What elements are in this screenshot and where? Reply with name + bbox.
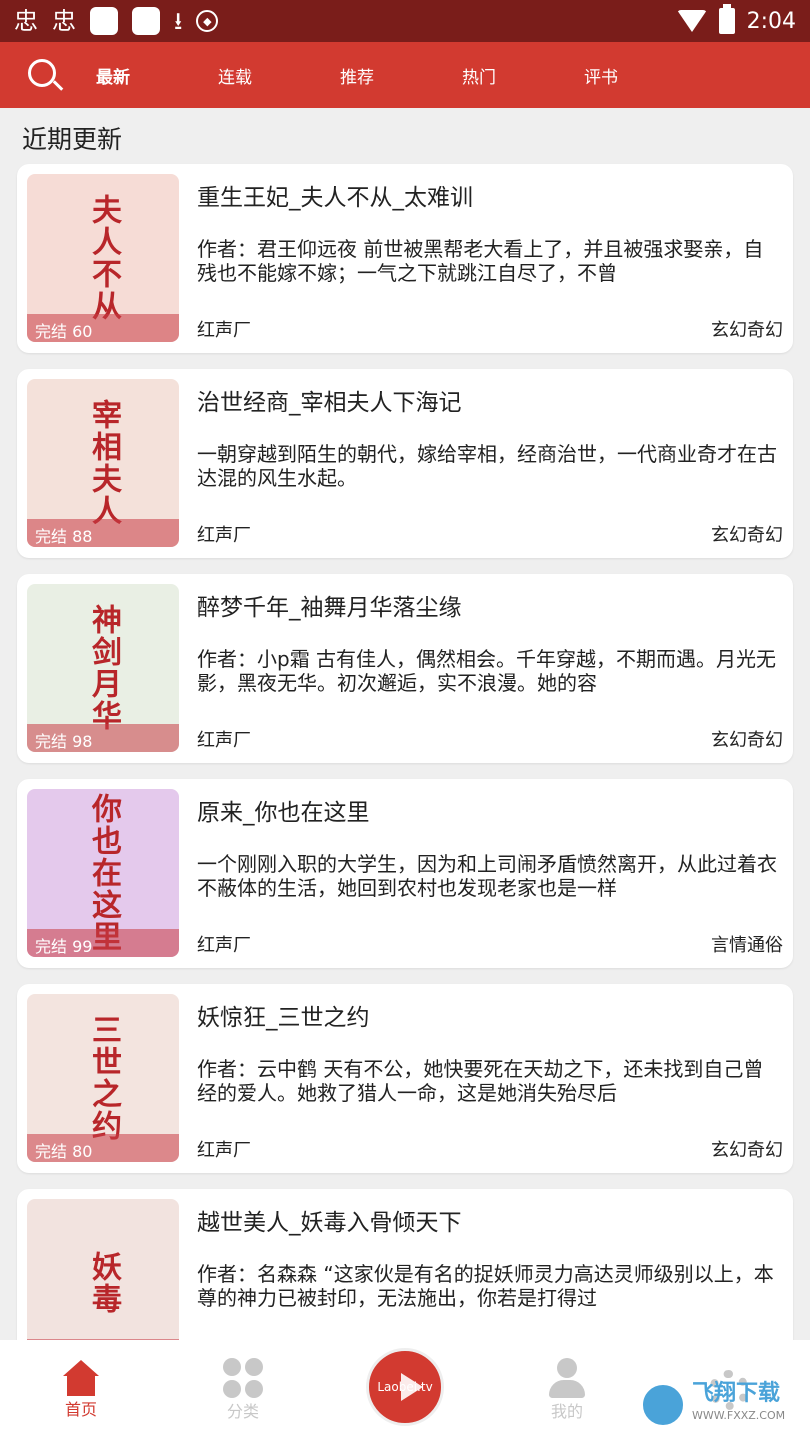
book-source: 红声厂 — [197, 730, 251, 751]
cover-title-text: 夫人不从 — [86, 194, 121, 322]
status-bar: 忠 忠 ⭳ ◆ 2:04 — [0, 0, 810, 42]
battery-icon — [718, 4, 735, 34]
notification-icon: 忠 — [52, 7, 76, 35]
nav-mine-label: 我的 — [550, 1402, 583, 1421]
book-source: 红声厂 — [197, 935, 251, 956]
status-badge: 完结 60 — [27, 314, 179, 342]
book-cover[interactable]: 宰相夫人 完结 88 — [27, 379, 179, 547]
download-icon: ⭳ — [174, 7, 183, 35]
book-card[interactable]: 神剑月华 完结 98 醉梦千年_袖舞月华落尘缘 作者：小p霜 古有佳人，偶然相会… — [17, 574, 793, 763]
book-title[interactable]: 重生王妃_夫人不从_太难训 — [197, 178, 473, 212]
watermark-url: WWW.FXXZ.COM — [692, 1409, 786, 1422]
status-badge: 完结 98 — [27, 724, 179, 752]
cover-title-text: 神剑月华 — [86, 604, 121, 732]
book-cover[interactable]: 三世之约 完结 80 — [27, 994, 179, 1162]
cover-title-text: 妖毒 — [86, 1251, 121, 1315]
book-genre: 玄幻奇幻 — [711, 320, 783, 341]
watermark: 飞翔下载 WWW.FXXZ.COM — [640, 1376, 806, 1434]
notification-icon: 忠 — [14, 7, 38, 35]
nav-player[interactable]: Laobei.tv — [324, 1348, 486, 1426]
book-source: 红声厂 — [197, 1140, 251, 1161]
book-description: 作者：名森森 “这家伙是有名的捉妖师灵力高达灵师级别以上，本尊的神力已被封印，无… — [197, 1262, 774, 1310]
watermark-logo-icon — [640, 1382, 686, 1428]
book-card[interactable]: 三世之约 完结 80 妖惊狂_三世之约 作者：云中鹤 天有不公，她快要死在天劫之… — [17, 984, 793, 1173]
status-badge: 完结 99 — [27, 929, 179, 957]
book-card[interactable]: 夫人不从 完结 60 重生王妃_夫人不从_太难训 作者：君王仰远夜 前世被黑帮老… — [17, 164, 793, 353]
book-genre: 玄幻奇幻 — [711, 1140, 783, 1161]
cover-title-text: 三世之约 — [86, 1014, 121, 1142]
book-description: 作者：云中鹤 天有不公，她快要死在天劫之下，还未找到自己曾经的爱人。她救了猎人一… — [197, 1057, 764, 1105]
book-description: 作者：君王仰远夜 前世被黑帮老大看上了，并且被强求娶亲，自残也不能嫁不嫁；一气之… — [197, 237, 764, 285]
status-badge: 完结 80 — [27, 1134, 179, 1162]
book-genre: 玄幻奇幻 — [711, 525, 783, 546]
status-badge: 完结 88 — [27, 519, 179, 547]
book-cover[interactable]: 夫人不从 完结 60 — [27, 174, 179, 342]
book-title[interactable]: 越世美人_妖毒入骨倾天下 — [197, 1203, 462, 1237]
play-button[interactable]: Laobei.tv — [366, 1348, 444, 1426]
nav-category-label: 分类 — [226, 1402, 259, 1421]
book-genre: 玄幻奇幻 — [711, 730, 783, 751]
watermark-title: 飞翔下载 — [692, 1381, 781, 1406]
person-icon — [547, 1358, 587, 1398]
tab-serial[interactable]: 连载 — [144, 63, 266, 88]
tab-hot[interactable]: 热门 — [388, 63, 510, 88]
tab-storytelling[interactable]: 评书 — [510, 63, 632, 88]
book-description: 一朝穿越到陌生的朝代，嫁给宰相，经商治世，一代商业奇才在古达混的风生水起。 — [197, 442, 777, 490]
book-genre: 言情通俗 — [711, 935, 783, 956]
nav-home[interactable]: 首页 — [0, 1360, 162, 1420]
tab-bar: 最新 连载 推荐 热门 评书 — [82, 63, 692, 88]
cover-title-text: 宰相夫人 — [86, 399, 121, 527]
book-cover[interactable]: 你也在这里 完结 99 — [27, 789, 179, 957]
book-title[interactable]: 治世经商_宰相夫人下海记 — [197, 383, 462, 417]
book-description: 作者：小p霜 古有佳人，偶然相会。千年穿越，不期而遇。月光无影，黑夜无华。初次邂… — [197, 647, 777, 695]
status-time: 2:04 — [746, 8, 796, 34]
book-list: 夫人不从 完结 60 重生王妃_夫人不从_太难训 作者：君王仰远夜 前世被黑帮老… — [17, 164, 793, 1394]
home-icon — [63, 1360, 99, 1396]
book-card[interactable]: 宰相夫人 完结 88 治世经商_宰相夫人下海记 一朝穿越到陌生的朝代，嫁给宰相，… — [17, 369, 793, 558]
book-source: 红声厂 — [197, 320, 251, 341]
book-title[interactable]: 原来_你也在这里 — [197, 793, 370, 827]
play-icon — [401, 1373, 423, 1401]
book-title[interactable]: 醉梦千年_袖舞月华落尘缘 — [197, 588, 462, 622]
book-card[interactable]: 你也在这里 完结 99 原来_你也在这里 一个刚刚入职的大学生，因为和上司闹矛盾… — [17, 779, 793, 968]
nav-category[interactable]: 分类 — [162, 1358, 324, 1422]
book-title[interactable]: 妖惊狂_三世之约 — [197, 998, 370, 1032]
grid-icon — [223, 1358, 263, 1398]
app-notification-icon — [90, 7, 118, 35]
wifi-icon — [676, 10, 707, 32]
app-notification-icon — [132, 7, 160, 35]
book-cover[interactable]: 神剑月华 完结 98 — [27, 584, 179, 752]
section-title: 近期更新 — [22, 125, 123, 154]
book-description: 一个刚刚入职的大学生，因为和上司闹矛盾愤然离开，从此过着衣不蔽体的生活，她回到农… — [197, 852, 777, 900]
nav-home-label: 首页 — [64, 1400, 97, 1419]
tab-latest[interactable]: 最新 — [22, 63, 144, 88]
shield-icon: ◆ — [196, 10, 219, 32]
book-source: 红声厂 — [197, 525, 251, 546]
top-nav: 最新 连载 推荐 热门 评书 — [0, 42, 810, 108]
tab-recommend[interactable]: 推荐 — [266, 63, 388, 88]
nav-mine[interactable]: 我的 — [486, 1358, 648, 1422]
